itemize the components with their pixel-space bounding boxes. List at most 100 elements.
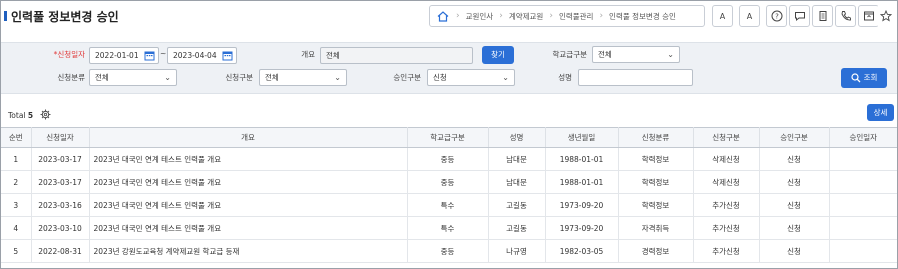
table-row[interactable]: 2 2023-03-17 2023년 대국민 연계 테스트 인력풀 개요 중등 …: [1, 170, 897, 194]
window-button[interactable]: [858, 5, 879, 27]
cell-apply-category: 경력정보: [618, 239, 694, 263]
column-header[interactable]: 순번: [1, 127, 32, 148]
date-to-field[interactable]: 2023-04-04: [167, 47, 237, 64]
cell-no: 1: [1, 147, 32, 171]
cell-approve-type: 신청: [759, 170, 830, 194]
home-icon[interactable]: [430, 10, 456, 22]
chevron-down-icon: ⌄: [667, 50, 674, 59]
cell-birth-date: 1982-03-05: [545, 239, 619, 263]
cell-name: 고길동: [488, 193, 546, 217]
date-to-value: 2023-04-04: [173, 51, 217, 60]
chevron-down-icon: ⌄: [502, 73, 509, 82]
search-panel: *신청일자 2022-01-01 ~ 2023-04-04 개요 전체 찾기 학…: [1, 42, 897, 94]
apply-category-value: 전체: [95, 73, 109, 82]
apply-category-label: 신청분류: [57, 73, 85, 82]
breadcrumb-item[interactable]: 인력풀관리: [553, 11, 600, 22]
column-header[interactable]: 승인일자: [829, 127, 897, 148]
table-row[interactable]: 4 2023-03-10 2023년 대국민 연계 테스트 인력풀 개요 특수 …: [1, 216, 897, 240]
cell-no: 4: [1, 216, 32, 240]
table-row[interactable]: 3 2023-03-16 2023년 대국민 연계 테스트 인력풀 개요 특수 …: [1, 193, 897, 217]
cell-approve-type: 신청: [759, 216, 830, 240]
cell-approve-type: 신청: [759, 193, 830, 217]
calendar-icon[interactable]: [144, 50, 155, 61]
summary-label: 개요: [301, 50, 315, 59]
question-icon: ?: [771, 10, 782, 22]
column-header[interactable]: 개요: [89, 127, 408, 148]
cell-birth-date: 1988-01-01: [545, 147, 619, 171]
cell-school-level: 특수: [407, 193, 489, 217]
school-level-value: 전체: [598, 50, 612, 59]
column-header[interactable]: 신청일자: [31, 127, 90, 148]
cell-approve-date: [829, 239, 897, 263]
name-field[interactable]: [578, 69, 693, 86]
title-marker: [4, 11, 7, 21]
column-header[interactable]: 승인구분: [759, 127, 830, 148]
cell-school-level: 중등: [407, 170, 489, 194]
cell-apply-category: 학력정보: [618, 170, 694, 194]
cell-apply-date: 2023-03-17: [31, 170, 90, 194]
svg-text:?: ?: [775, 13, 779, 21]
font-decrease-button[interactable]: A: [739, 5, 760, 27]
table-header-row: 순번 신청일자 개요 학교급구분 성명 생년월일 신청분류 신청구분 승인구분 …: [1, 127, 897, 148]
cell-summary: 2023년 대국민 연계 테스트 인력풀 개요: [89, 193, 408, 217]
column-header[interactable]: 성명: [488, 127, 546, 148]
cell-no: 3: [1, 193, 32, 217]
phone-button[interactable]: [835, 5, 856, 27]
page-title: 인력풀 정보변경 승인: [11, 10, 119, 24]
font-increase-button[interactable]: A: [712, 5, 733, 27]
column-header[interactable]: 신청구분: [693, 127, 760, 148]
cell-apply-date: 2022-08-31: [31, 239, 90, 263]
cell-birth-date: 1973-09-20: [545, 216, 619, 240]
favorite-button[interactable]: [877, 5, 895, 27]
cell-school-level: 특수: [407, 216, 489, 240]
apply-type-select[interactable]: 전체 ⌄: [259, 69, 347, 86]
find-button[interactable]: 찾기: [482, 46, 514, 64]
total-count: Total 5: [8, 111, 33, 120]
school-level-label: 학교급구분: [552, 50, 588, 59]
cell-apply-date: 2023-03-10: [31, 216, 90, 240]
breadcrumb: › 교원인사 › 계약제교원 › 인력풀관리 › 인력풀 정보변경 승인: [429, 5, 705, 27]
page-header: 인력풀 정보변경 승인 › 교원인사 › 계약제교원 › 인력풀관리 › 인력풀…: [1, 1, 897, 31]
summary-field[interactable]: 전체: [320, 47, 473, 64]
cell-name: 나규영: [488, 239, 546, 263]
cell-school-level: 중등: [407, 147, 489, 171]
detail-button[interactable]: 상세: [867, 104, 894, 121]
chat-button[interactable]: [789, 5, 810, 27]
window-icon: [863, 11, 874, 21]
calendar-icon[interactable]: [222, 50, 233, 61]
date-from-field[interactable]: 2022-01-01: [89, 47, 159, 64]
approve-type-value: 신청: [433, 73, 447, 82]
cell-summary: 2023년 대국민 연계 테스트 인력풀 개요: [89, 216, 408, 240]
copy-icon: [819, 11, 826, 21]
column-header[interactable]: 신청분류: [618, 127, 694, 148]
cell-approve-date: [829, 216, 897, 240]
gear-icon[interactable]: [40, 109, 51, 120]
copy-button[interactable]: [812, 5, 833, 27]
apply-category-select[interactable]: 전체 ⌄: [89, 69, 177, 86]
school-level-select[interactable]: 전체 ⌄: [592, 46, 680, 63]
column-header[interactable]: 생년월일: [545, 127, 619, 148]
chat-icon: [794, 12, 805, 22]
chevron-down-icon: ⌄: [164, 73, 171, 82]
cell-approve-date: [829, 170, 897, 194]
cell-name: 고길동: [488, 216, 546, 240]
breadcrumb-item[interactable]: 계약제교원: [503, 11, 550, 22]
cell-approve-type: 신청: [759, 147, 830, 171]
cell-birth-date: 1988-01-01: [545, 170, 619, 194]
cell-no: 2: [1, 170, 32, 194]
table-row[interactable]: 1 2023-03-17 2023년 대국민 연계 테스트 인력풀 개요 중등 …: [1, 147, 897, 171]
column-header[interactable]: 학교급구분: [407, 127, 489, 148]
approve-type-select[interactable]: 신청 ⌄: [427, 69, 515, 86]
date-from-value: 2022-01-01: [95, 51, 139, 60]
search-button[interactable]: 조회: [841, 68, 887, 88]
help-button[interactable]: ?: [766, 5, 787, 27]
cell-summary: 2023년 강원도교육청 계약제교원 학교급 등재: [89, 239, 408, 263]
apply-date-label-text: 신청일자: [57, 50, 85, 59]
table-row[interactable]: 5 2022-08-31 2023년 강원도교육청 계약제교원 학교급 등재 중…: [1, 239, 897, 263]
breadcrumb-item[interactable]: 교원인사: [460, 11, 500, 22]
star-icon: [880, 10, 892, 22]
apply-type-label: 신청구분: [225, 73, 253, 82]
total-label: Total: [8, 111, 26, 120]
approval-table: 순번 신청일자 개요 학교급구분 성명 생년월일 신청분류 신청구분 승인구분 …: [1, 127, 897, 263]
breadcrumb-item-current[interactable]: 인력풀 정보변경 승인: [603, 11, 682, 22]
